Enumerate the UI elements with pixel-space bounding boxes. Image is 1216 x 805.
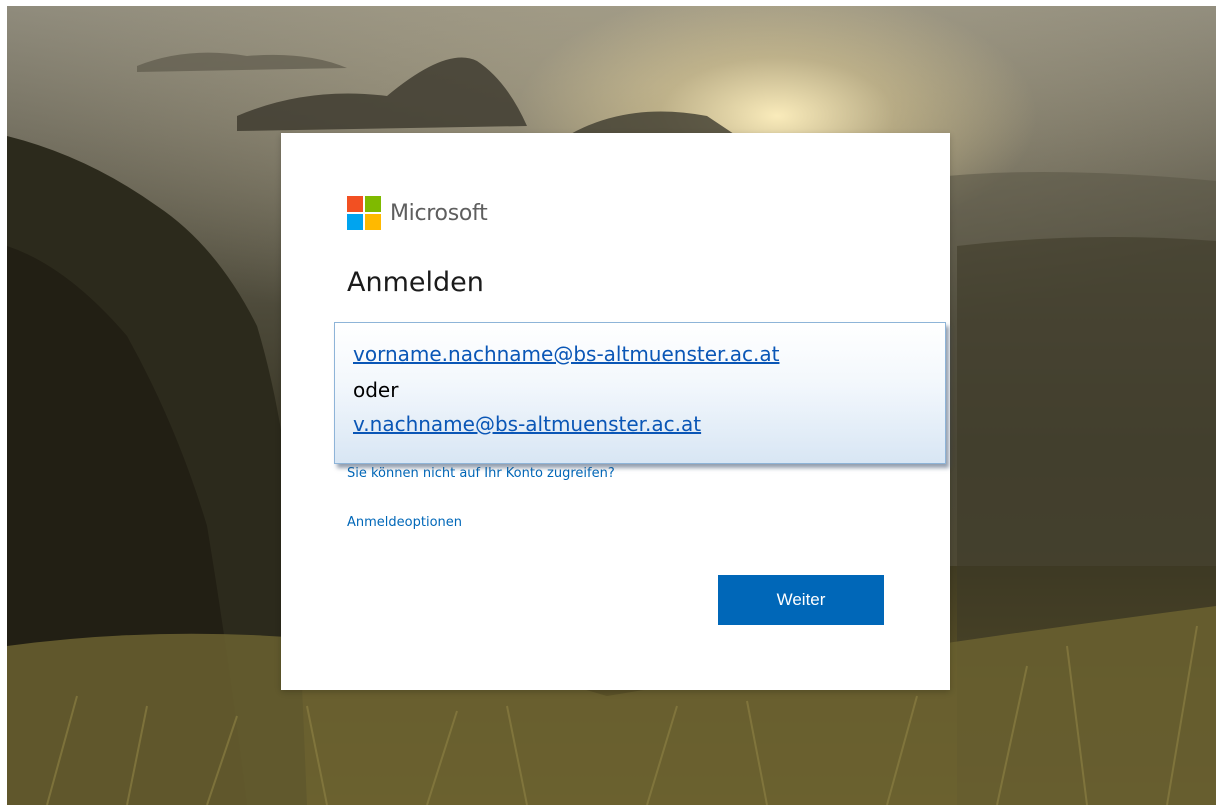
microsoft-logo-icon [347,196,381,230]
hint-separator: oder [353,378,399,402]
page-title: Anmelden [347,267,484,298]
cant-access-account-link[interactable]: Sie können nicht auf Ihr Konto zugreifen… [347,466,615,481]
hint-email-full-link[interactable]: vorname.nachname@bs-altmuenster.ac.at [353,342,779,366]
hint-email-short-link[interactable]: v.nachname@bs-altmuenster.ac.at [353,412,701,436]
next-button[interactable]: Weiter [718,575,884,625]
signin-options-link[interactable]: Anmeldeoptionen [347,515,462,530]
email-hint-callout: vorname.nachname@bs-altmuenster.ac.at od… [334,322,946,464]
microsoft-logo-row: Microsoft [347,196,488,230]
brand-name: Microsoft [390,200,488,226]
logo-blue-square [347,214,363,230]
logo-red-square [347,196,363,212]
logo-yellow-square [365,214,381,230]
logo-green-square [365,196,381,212]
